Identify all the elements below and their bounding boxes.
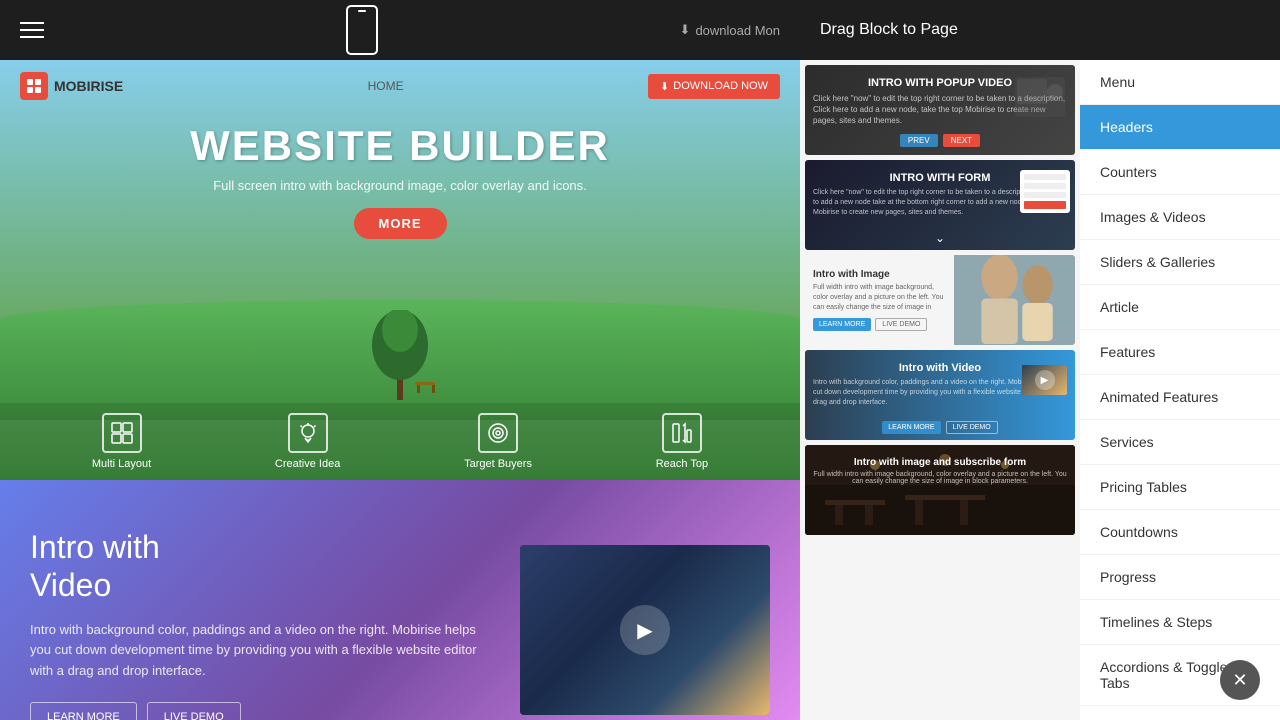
- drag-panel-header: Drag Block to Page: [800, 0, 1280, 60]
- category-pricing-tables[interactable]: Pricing Tables: [1080, 465, 1280, 510]
- category-timelines-steps[interactable]: Timelines & Steps: [1080, 600, 1280, 645]
- feature-3-label: Target Buyers: [464, 458, 532, 470]
- thumb-4-btns: LEARN MORE LIVE DEMO: [813, 421, 1067, 434]
- block-thumbnail-intro-form[interactable]: INTRO WITH FORM Click here "now" to edit…: [805, 160, 1075, 250]
- category-services[interactable]: Services: [1080, 420, 1280, 465]
- category-info[interactable]: Info: [1080, 706, 1280, 720]
- hero-logo: MOBIRISE: [20, 72, 123, 100]
- drag-panel-title: Drag Block to Page: [820, 21, 958, 39]
- category-sliders-galleries[interactable]: Sliders & Galleries: [1080, 240, 1280, 285]
- video-text: Intro with Video Intro with background c…: [30, 528, 490, 720]
- category-article[interactable]: Article: [1080, 285, 1280, 330]
- feature-multi-layout: Multi Layout: [92, 413, 151, 470]
- thumb-3-content: Intro with Image Full width intro with i…: [805, 255, 1075, 345]
- target-buyers-icon: [478, 413, 518, 453]
- category-images-videos[interactable]: Images & Videos: [1080, 195, 1280, 240]
- download-icon-small: ⬇: [660, 80, 669, 93]
- category-menu[interactable]: Menu: [1080, 60, 1280, 105]
- thumb-5-title: Intro with image and subscribe form: [813, 457, 1067, 468]
- feature-reach-top: Reach Top: [656, 413, 708, 470]
- thumb-2-arrow: ⌄: [935, 231, 945, 245]
- thumb-4-play: ▶: [1035, 370, 1055, 390]
- thumb-5-overlay: Intro with image and subscribe form Full…: [805, 445, 1075, 535]
- multi-layout-icon: [102, 413, 142, 453]
- phone-preview-toggle[interactable]: [346, 5, 378, 55]
- hero-content: WEBSITE BUILDER Full screen intro with b…: [0, 112, 800, 249]
- hero-title: WEBSITE BUILDER: [20, 122, 780, 170]
- category-animated-features[interactable]: Animated Features: [1080, 375, 1280, 420]
- block-thumbnail-popup-video[interactable]: INTRO WITH POPUP VIDEO Click here "now" …: [805, 65, 1075, 155]
- preview-area: ⬇ download Mon MOBIRISE: [0, 0, 800, 720]
- learn-more-btn[interactable]: LEARN MORE: [30, 702, 137, 720]
- drag-panel: Drag Block to Page INTRO WITH POPUP VIDE…: [800, 0, 1280, 720]
- hero-nav: HOME: [368, 79, 404, 93]
- download-icon: ⬇: [680, 22, 691, 38]
- creative-idea-icon: [288, 413, 328, 453]
- block-thumbnail-subscribe[interactable]: Intro with image and subscribe form Full…: [805, 445, 1075, 535]
- feature-2-label: Creative Idea: [275, 458, 340, 470]
- hero-features: Multi Layout Creative Idea: [0, 403, 800, 480]
- phone-icon: [346, 5, 378, 55]
- live-demo-btn[interactable]: LIVE DEMO: [147, 702, 241, 720]
- category-countdowns[interactable]: Countdowns: [1080, 510, 1280, 555]
- feature-4-label: Reach Top: [656, 458, 708, 470]
- category-headers[interactable]: Headers: [1080, 105, 1280, 150]
- video-section-title: Intro with Video: [30, 528, 490, 605]
- thumb-5-desc: Full width intro with image background, …: [813, 471, 1067, 485]
- hamburger-menu[interactable]: [20, 22, 44, 38]
- category-nav: Menu Headers Counters Images & Videos Sl…: [1080, 60, 1280, 720]
- play-button[interactable]: ▶: [620, 605, 670, 655]
- video-intro-section: Intro with Video Intro with background c…: [0, 480, 800, 720]
- thumb-3-desc: Full width intro with image background, …: [813, 283, 946, 313]
- category-features[interactable]: Features: [1080, 330, 1280, 375]
- drag-panel-content: INTRO WITH POPUP VIDEO Click here "now" …: [800, 60, 1280, 720]
- top-bar: ⬇ download Mon: [0, 0, 800, 60]
- video-thumbnail[interactable]: ▶: [520, 545, 770, 715]
- thumb-3-image: [954, 255, 1076, 345]
- thumb-3-title: Intro with Image: [813, 269, 946, 280]
- thumb-3-left: Intro with Image Full width intro with i…: [805, 255, 954, 345]
- reach-top-icon: [662, 413, 702, 453]
- download-label: download Mon: [695, 23, 780, 38]
- logo-icon: [20, 72, 48, 100]
- thumb-3-btn2[interactable]: LIVE DEMO: [875, 318, 927, 331]
- brand-name: MOBIRISE: [54, 78, 123, 94]
- hero-navbar: MOBIRISE HOME ⬇ DOWNLOAD NOW: [0, 60, 800, 112]
- thumb-1-btn2[interactable]: NEXT: [943, 134, 980, 147]
- hero-section: MOBIRISE HOME ⬇ DOWNLOAD NOW WEBSITE BUI…: [0, 60, 800, 480]
- download-button[interactable]: ⬇ download Mon: [680, 22, 780, 38]
- thumb-3-btn1[interactable]: LEARN MORE: [813, 318, 871, 331]
- video-description: Intro with background color, paddings an…: [30, 620, 490, 682]
- hero-download-label: DOWNLOAD NOW: [673, 80, 768, 92]
- feature-target-buyers: Target Buyers: [464, 413, 532, 470]
- thumb-2-mini-form: [1020, 170, 1070, 213]
- nav-home[interactable]: HOME: [368, 79, 404, 93]
- thumb-3-btns: LEARN MORE LIVE DEMO: [813, 318, 946, 331]
- hero-landscape: [0, 300, 800, 420]
- thumb-1-btn1[interactable]: PREV: [900, 134, 938, 147]
- block-thumbnail-intro-video[interactable]: Intro with Video Intro with background c…: [805, 350, 1075, 440]
- preview-content: MOBIRISE HOME ⬇ DOWNLOAD NOW WEBSITE BUI…: [0, 60, 800, 720]
- feature-creative-idea: Creative Idea: [275, 413, 340, 470]
- hero-download-btn[interactable]: ⬇ DOWNLOAD NOW: [648, 74, 780, 99]
- thumb-1-actions: PREV NEXT: [813, 134, 1067, 147]
- category-progress[interactable]: Progress: [1080, 555, 1280, 600]
- feature-1-label: Multi Layout: [92, 458, 151, 470]
- hero-subtitle: Full screen intro with background image,…: [20, 178, 780, 193]
- hero-more-btn[interactable]: MORE: [354, 208, 447, 239]
- blocks-area: INTRO WITH POPUP VIDEO Click here "now" …: [800, 60, 1080, 720]
- thumb-4-btn1[interactable]: LEARN MORE: [882, 421, 940, 434]
- category-counters[interactable]: Counters: [1080, 150, 1280, 195]
- close-button[interactable]: ✕: [1220, 660, 1260, 700]
- thumb-2-overlay: INTRO WITH FORM Click here "now" to edit…: [805, 160, 1075, 250]
- block-thumbnail-intro-image[interactable]: Intro with Image Full width intro with i…: [805, 255, 1075, 345]
- thumb-4-btn2[interactable]: LIVE DEMO: [946, 421, 998, 434]
- video-buttons: LEARN MORE LIVE DEMO: [30, 702, 490, 720]
